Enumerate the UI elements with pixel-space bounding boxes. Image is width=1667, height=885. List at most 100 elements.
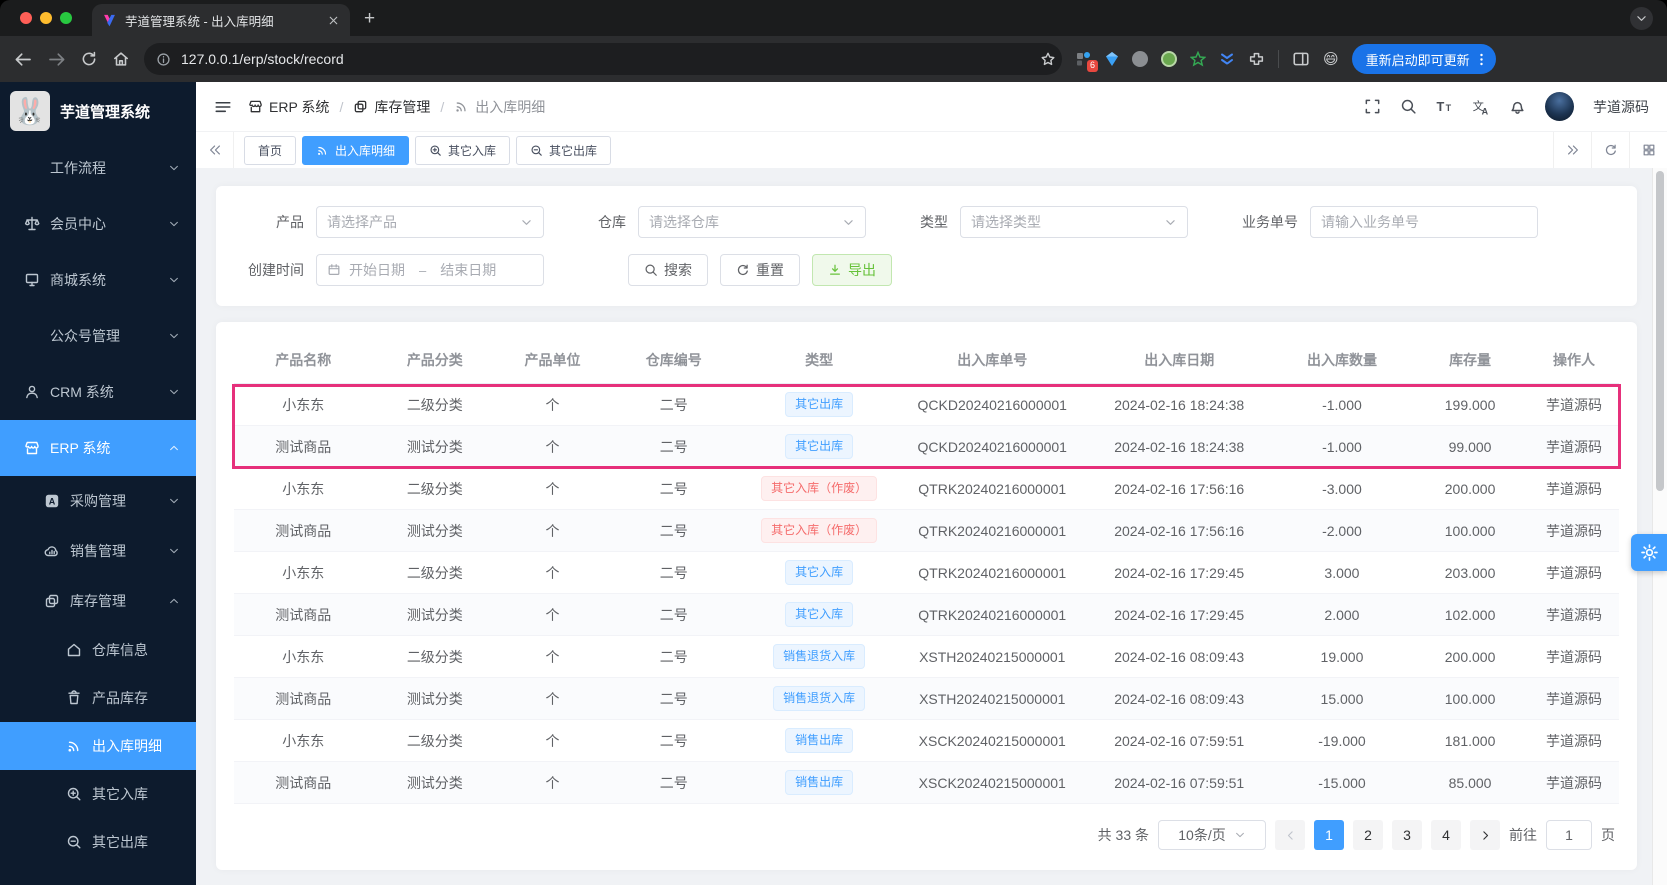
breadcrumb-item[interactable]: 库存管理: [353, 97, 430, 117]
tab-close-icon[interactable]: [327, 14, 340, 27]
breadcrumb-item[interactable]: ERP 系统: [248, 97, 329, 117]
sidebar-item-purchase[interactable]: A 采购管理: [0, 476, 196, 526]
sidebar-item-label: 销售管理: [70, 543, 126, 559]
warehouse-select[interactable]: 请选择仓库: [638, 206, 866, 238]
back-icon[interactable]: [14, 50, 33, 69]
sidebar-item-mall-system[interactable]: 商城系统: [0, 252, 196, 308]
chevron-down-icon: [170, 277, 178, 283]
table-row[interactable]: 小东东 二级分类个二号 其它出库 QCKD20240216000001 2024-02-…: [234, 383, 1619, 426]
scrollbar-thumb[interactable]: [1656, 171, 1664, 491]
sidebar-item-sales[interactable]: 销售管理: [0, 526, 196, 576]
refresh-page-icon[interactable]: [1591, 132, 1629, 168]
gray-extension-icon[interactable]: [1132, 51, 1148, 67]
forward-icon[interactable]: [47, 50, 66, 69]
font-size-icon[interactable]: TT: [1436, 98, 1453, 115]
reset-button[interactable]: 重置: [720, 254, 800, 286]
tags-scroll-left-icon[interactable]: [196, 132, 234, 168]
column-header-2: 产品单位: [497, 336, 608, 384]
tags-scroll-right-icon[interactable]: [1553, 132, 1591, 168]
profile-avatar-icon[interactable]: 😄: [1323, 52, 1339, 67]
notification-bell-icon[interactable]: [1509, 98, 1526, 115]
page-button-1[interactable]: 1: [1314, 820, 1344, 850]
sidebar-item-crm-system[interactable]: CRM 系统: [0, 364, 196, 420]
product-select[interactable]: 请选择产品: [316, 206, 544, 238]
tab-other-in[interactable]: 其它入库: [415, 135, 511, 165]
green-extension-icon[interactable]: [1161, 51, 1177, 67]
reload-icon[interactable]: [80, 50, 98, 68]
user-name[interactable]: 芋道源码: [1593, 97, 1649, 117]
sidebar-item-warehouse-info[interactable]: 仓库信息: [0, 626, 196, 674]
chrome-update-button[interactable]: 重新启动即可更新: [1351, 44, 1496, 74]
layout-grid-icon[interactable]: [1629, 132, 1667, 168]
page-scrollbar[interactable]: [1652, 168, 1667, 885]
home-icon[interactable]: [112, 50, 130, 68]
settings-gear-button[interactable]: [1631, 534, 1667, 571]
table-row[interactable]: 小东东 二级分类个二号 销售出库 XSCK20240215000001 2024-02-…: [234, 719, 1619, 762]
user-avatar[interactable]: [1545, 92, 1574, 121]
bookmark-star-icon[interactable]: [1040, 51, 1056, 67]
sidebar-item-other-in[interactable]: 其它入库: [0, 770, 196, 818]
type-select[interactable]: 请选择类型: [960, 206, 1188, 238]
maximize-window-button[interactable]: [60, 12, 72, 24]
new-tab-button[interactable]: +: [364, 8, 375, 30]
page-number-list: 1234: [1314, 820, 1461, 850]
sidebar-item-mp-admin[interactable]: 公众号管理: [0, 308, 196, 364]
sidebar-item-product-stock[interactable]: 产品库存: [0, 674, 196, 722]
sidebar-item-erp-system[interactable]: ERP 系统: [0, 420, 196, 476]
collapse-sidebar-icon[interactable]: [214, 98, 232, 116]
search-icon: [645, 264, 657, 276]
table-row[interactable]: 小东东 二级分类个二号 其它入库 QTRK20240216000001 2024-02-…: [234, 551, 1619, 594]
minimize-window-button[interactable]: [40, 12, 52, 24]
close-window-button[interactable]: [20, 12, 32, 24]
page-button-4[interactable]: 4: [1431, 820, 1461, 850]
chevrons-extension-icon[interactable]: [1219, 51, 1235, 67]
table-row[interactable]: 测试商品 测试分类个二号 销售出库 XSCK20240215000001 2024-02…: [234, 761, 1619, 804]
search-button[interactable]: 搜索: [628, 254, 708, 286]
language-icon[interactable]: 文A: [1472, 98, 1490, 115]
side-panel-icon[interactable]: [1292, 50, 1310, 68]
sidebar-item-member-center[interactable]: 会员中心: [0, 196, 196, 252]
table-row[interactable]: 测试商品 测试分类个二号 其它出库 QCKD20240216000001 2024-02…: [234, 425, 1619, 468]
sidebar-item-workflow[interactable]: 工作流程: [0, 140, 196, 196]
bizno-input[interactable]: [1321, 214, 1527, 230]
type-badge: 其它出库: [785, 392, 854, 417]
table-row[interactable]: 小东东 二级分类个二号 销售退货入库 XSTH20240215000001 2024-0…: [234, 635, 1619, 678]
search-icon[interactable]: [1400, 98, 1417, 115]
signal-icon: [456, 102, 466, 112]
breadcrumb-item[interactable]: 出入库明细: [454, 97, 545, 117]
page-button-2[interactable]: 2: [1353, 820, 1383, 850]
chevron-up-icon: [170, 598, 178, 604]
app-logo-row[interactable]: 🐰 芋道管理系统: [0, 82, 196, 140]
page-size-select[interactable]: 10条/页: [1158, 820, 1266, 850]
table-row[interactable]: 测试商品 测试分类个二号 销售退货入库 XSTH20240215000001 2024-…: [234, 677, 1619, 720]
sidebar-item-stock-record[interactable]: 出入库明细: [0, 722, 196, 770]
boxes-icon: [45, 594, 59, 608]
next-page-button[interactable]: [1470, 820, 1500, 850]
table-row[interactable]: 测试商品 测试分类个二号 其它入库 QTRK20240216000001 2024-02…: [234, 593, 1619, 636]
adblock-extension-icon[interactable]: 6: [1076, 51, 1098, 72]
date-range-picker[interactable]: 开始日期 – 结束日期: [316, 254, 544, 286]
extensions-puzzle-icon[interactable]: [1248, 51, 1265, 68]
star-extension-icon[interactable]: [1190, 51, 1206, 67]
chrome-menu-icon[interactable]: [1474, 52, 1489, 67]
sidebar-item-stock[interactable]: 库存管理: [0, 576, 196, 626]
export-button[interactable]: 导出: [812, 254, 892, 286]
page-button-3[interactable]: 3: [1392, 820, 1422, 850]
column-header-5: 出入库单号: [898, 336, 1086, 384]
fullscreen-icon[interactable]: [1364, 98, 1381, 115]
table-row[interactable]: 测试商品 测试分类个二号 其它入库（作废） QTRK20240216000001 202…: [234, 509, 1619, 552]
table-row[interactable]: 小东东 二级分类个二号 其它入库（作废） QTRK20240216000001 2024…: [234, 467, 1619, 510]
gear-icon: [1640, 543, 1659, 562]
goto-page-input[interactable]: [1546, 820, 1592, 850]
browser-tab[interactable]: 芋道管理系统 - 出入库明细: [92, 4, 350, 36]
address-bar[interactable]: 127.0.0.1/erp/stock/record: [144, 43, 1062, 75]
site-info-icon[interactable]: [156, 52, 171, 67]
tab-home[interactable]: 首页: [244, 135, 297, 165]
gem-extension-icon[interactable]: [1105, 51, 1119, 67]
prev-page-button[interactable]: [1275, 820, 1305, 850]
svg-text:T: T: [1437, 99, 1445, 114]
tab-other-out[interactable]: 其它出库: [516, 135, 612, 165]
tab-stock-record[interactable]: 出入库明细: [302, 135, 410, 165]
tab-list-chevron-icon[interactable]: [1630, 7, 1653, 30]
sidebar-item-other-out[interactable]: 其它出库: [0, 818, 196, 866]
